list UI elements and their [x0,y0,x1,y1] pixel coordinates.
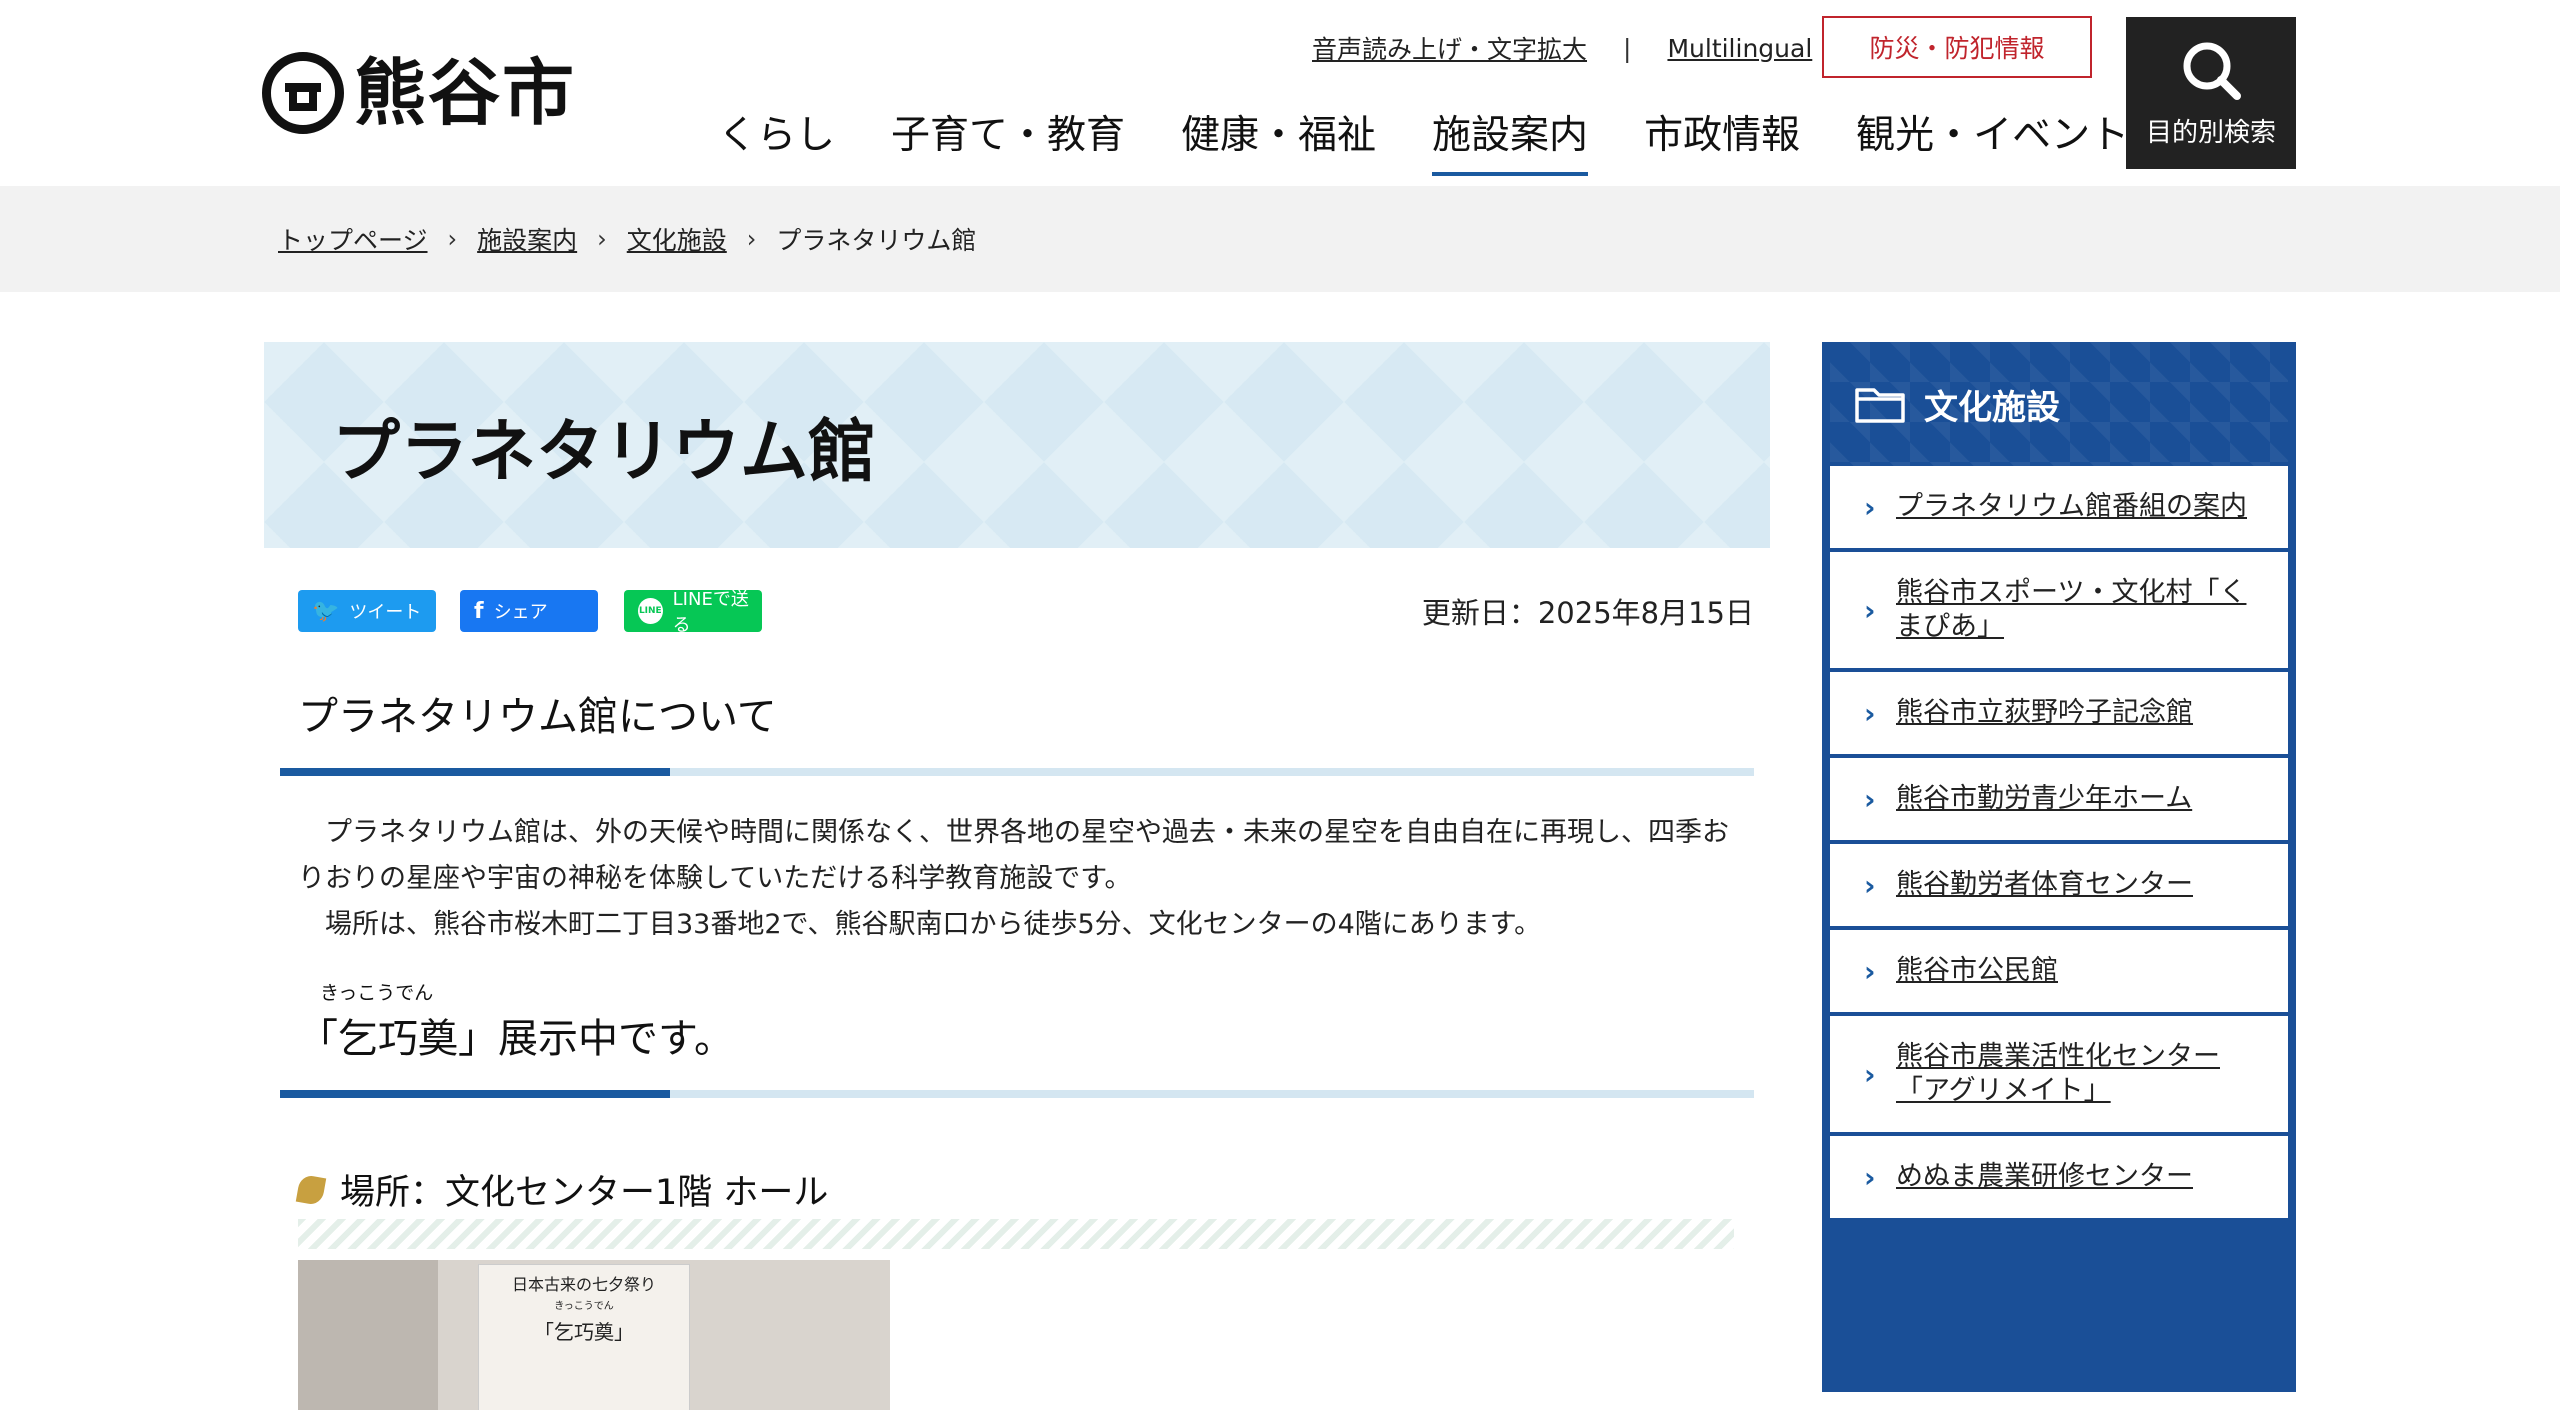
site-logo[interactable]: 熊谷市 [262,52,576,134]
page-title-banner: プラネタリウム館 [264,342,1770,548]
leaf-icon [295,1173,327,1206]
poster-name: 「乞巧奠」 [534,1320,634,1344]
sidebar-link[interactable]: 熊谷市立荻野吟子記念館 [1896,697,2193,728]
utility-links: 音声読み上げ・文字拡大 | Multilingual [1312,30,1812,66]
facebook-label: シェア [493,602,548,623]
util-separator: | [1623,33,1632,63]
chevron-right-icon: › [1864,1058,1876,1091]
poster-title: 日本古来の七夕祭り [511,1275,656,1294]
paragraph: プラネタリウム館は、外の天候や時間に関係なく、世界各地の星空や過去・未来の星空を… [298,817,1729,894]
sidebar-item[interactable]: › 熊谷市勤労青少年ホーム [1830,758,2288,840]
exhibit-title: 「乞巧奠」展示中です。 [298,1016,734,1062]
voice-zoom-link[interactable]: 音声読み上げ・文字拡大 [1312,30,1587,66]
chevron-right-icon: › [1864,697,1876,730]
logo-text: 熊谷市 [354,51,577,135]
sidebar-link[interactable]: 熊谷勤労者体育センター [1896,869,2193,900]
sidebar-link[interactable]: 熊谷市農業活性化センター「アグリメイト」 [1896,1041,2220,1106]
location-text: 場所：文化センター1階 ホール [340,1173,829,1213]
breadcrumb-culture[interactable]: 文化施設 [627,221,727,257]
site-header: 熊谷市 音声読み上げ・文字拡大 | Multilingual 防災・防犯情報 目… [0,0,2560,186]
sidebar-item[interactable]: › 熊谷市スポーツ・文化村「くまぴあ」 [1830,552,2288,668]
chevron-right-icon: › [1864,491,1876,524]
line-share-button[interactable]: LINE LINEで送る [624,589,762,636]
paragraph: 場所は、熊谷市桜木町二丁目33番地2で、熊谷駅南口から徒歩5分、文化センターの4… [325,909,1542,940]
breadcrumb-current: プラネタリウム館 [776,226,977,255]
city-emblem-icon [262,52,344,134]
nav-kanko[interactable]: 観光・イベント [1856,104,2129,176]
sidebar-item[interactable]: › 熊谷勤労者体育センター [1830,844,2288,926]
chevron-right-icon: › [746,225,757,253]
chevron-right-icon: › [597,225,607,253]
sidebar-link[interactable]: 熊谷市スポーツ・文化村「くまぴあ」 [1896,577,2246,642]
sidebar-link[interactable]: 熊谷市勤労青少年ホーム [1896,783,2192,814]
sidebar-title: 文化施設 [1924,387,2060,428]
sidebar-link[interactable]: めぬま農業研修センター [1896,1161,2193,1192]
nav-kosodate[interactable]: 子育て・教育 [891,104,1125,176]
global-nav: くらし 子育て・教育 健康・福祉 施設案内 市政情報 観光・イベント [718,104,2185,176]
main-content: プラネタリウム館 🐦 ツイート f シェア LINE LINEで送る 更新日：2… [264,342,1770,1410]
chevron-right-icon: › [1864,955,1876,988]
multilingual-link[interactable]: Multilingual [1667,34,1812,63]
poster-ruby: きっこうでん [554,1301,614,1312]
chevron-right-icon: › [1864,1161,1876,1194]
page-title: プラネタリウム館 [332,412,877,492]
sidebar-link[interactable]: 熊谷市公民館 [1896,955,2058,986]
chevron-right-icon: › [1864,594,1876,627]
sidebar-header: 文化施設 [1830,342,2288,466]
about-text: プラネタリウム館は、外の天候や時間に関係なく、世界各地の星空や過去・未来の星空を… [298,810,1734,948]
breadcrumb-facilities[interactable]: 施設案内 [477,221,577,257]
location-heading: 場所：文化センター1階 ホール [295,1164,1734,1249]
chevron-right-icon: › [447,225,458,253]
tweet-button[interactable]: 🐦 ツイート [298,590,436,632]
sidebar-link[interactable]: プラネタリウム館番組の案内 [1896,491,2247,522]
sidebar-item[interactable]: › 熊谷市立荻野吟子記念館 [1830,672,2288,754]
photo-pillar [298,1260,438,1410]
updated-date: 更新日：2025年8月15日 [1421,596,1754,630]
photo-poster: 日本古来の七夕祭り きっこうでん 「乞巧奠」 [478,1264,690,1410]
line-label: LINEで送る [672,589,749,636]
line-icon: LINE [638,598,663,624]
chevron-right-icon: › [1864,869,1876,902]
nav-kenko[interactable]: 健康・福祉 [1181,104,1376,176]
twitter-bird-icon: 🐦 [312,598,340,624]
nav-shisetsu[interactable]: 施設案内 [1432,104,1589,176]
ruby-reading: きっこうでん [320,982,434,1004]
exhibit-photo: 日本古来の七夕祭り きっこうでん 「乞巧奠」 [298,1260,890,1410]
search-icon [2183,42,2241,100]
sidebar: 文化施設 › プラネタリウム館番組の案内 › 熊谷市スポーツ・文化村「くまぴあ」 ›… [1822,342,2296,1392]
facebook-share-button[interactable]: f シェア [460,590,598,632]
exhibit-title-wrap: きっこうでん 「乞巧奠」展示中です。 [298,982,734,1064]
sidebar-item[interactable]: › めぬま農業研修センター [1830,1136,2288,1218]
share-row: 🐦 ツイート f シェア LINE LINEで送る 更新日：2025年8月15日 [264,548,1770,648]
chevron-right-icon: › [1864,783,1876,816]
sidebar-item[interactable]: › 熊谷市農業活性化センター「アグリメイト」 [1830,1016,2288,1132]
breadcrumb: トップページ › 施設案内 › 文化施設 › プラネタリウム館 [0,186,2560,292]
nav-shisei[interactable]: 市政情報 [1644,104,1800,176]
nav-kurashi[interactable]: くらし [718,104,835,176]
section-heading-about: プラネタリウム館について [280,684,1754,776]
breadcrumb-top[interactable]: トップページ [278,221,428,257]
disaster-info-button[interactable]: 防災・防犯情報 [1822,16,2092,78]
sidebar-item[interactable]: › プラネタリウム館番組の案内 [1830,466,2288,548]
sidebar-item[interactable]: › 熊谷市公民館 [1830,930,2288,1012]
facebook-icon: f [474,598,484,624]
tweet-label: ツイート [349,602,422,623]
section-heading-exhibit: きっこうでん 「乞巧奠」展示中です。 [280,982,1754,1098]
folder-icon [1855,388,1905,423]
